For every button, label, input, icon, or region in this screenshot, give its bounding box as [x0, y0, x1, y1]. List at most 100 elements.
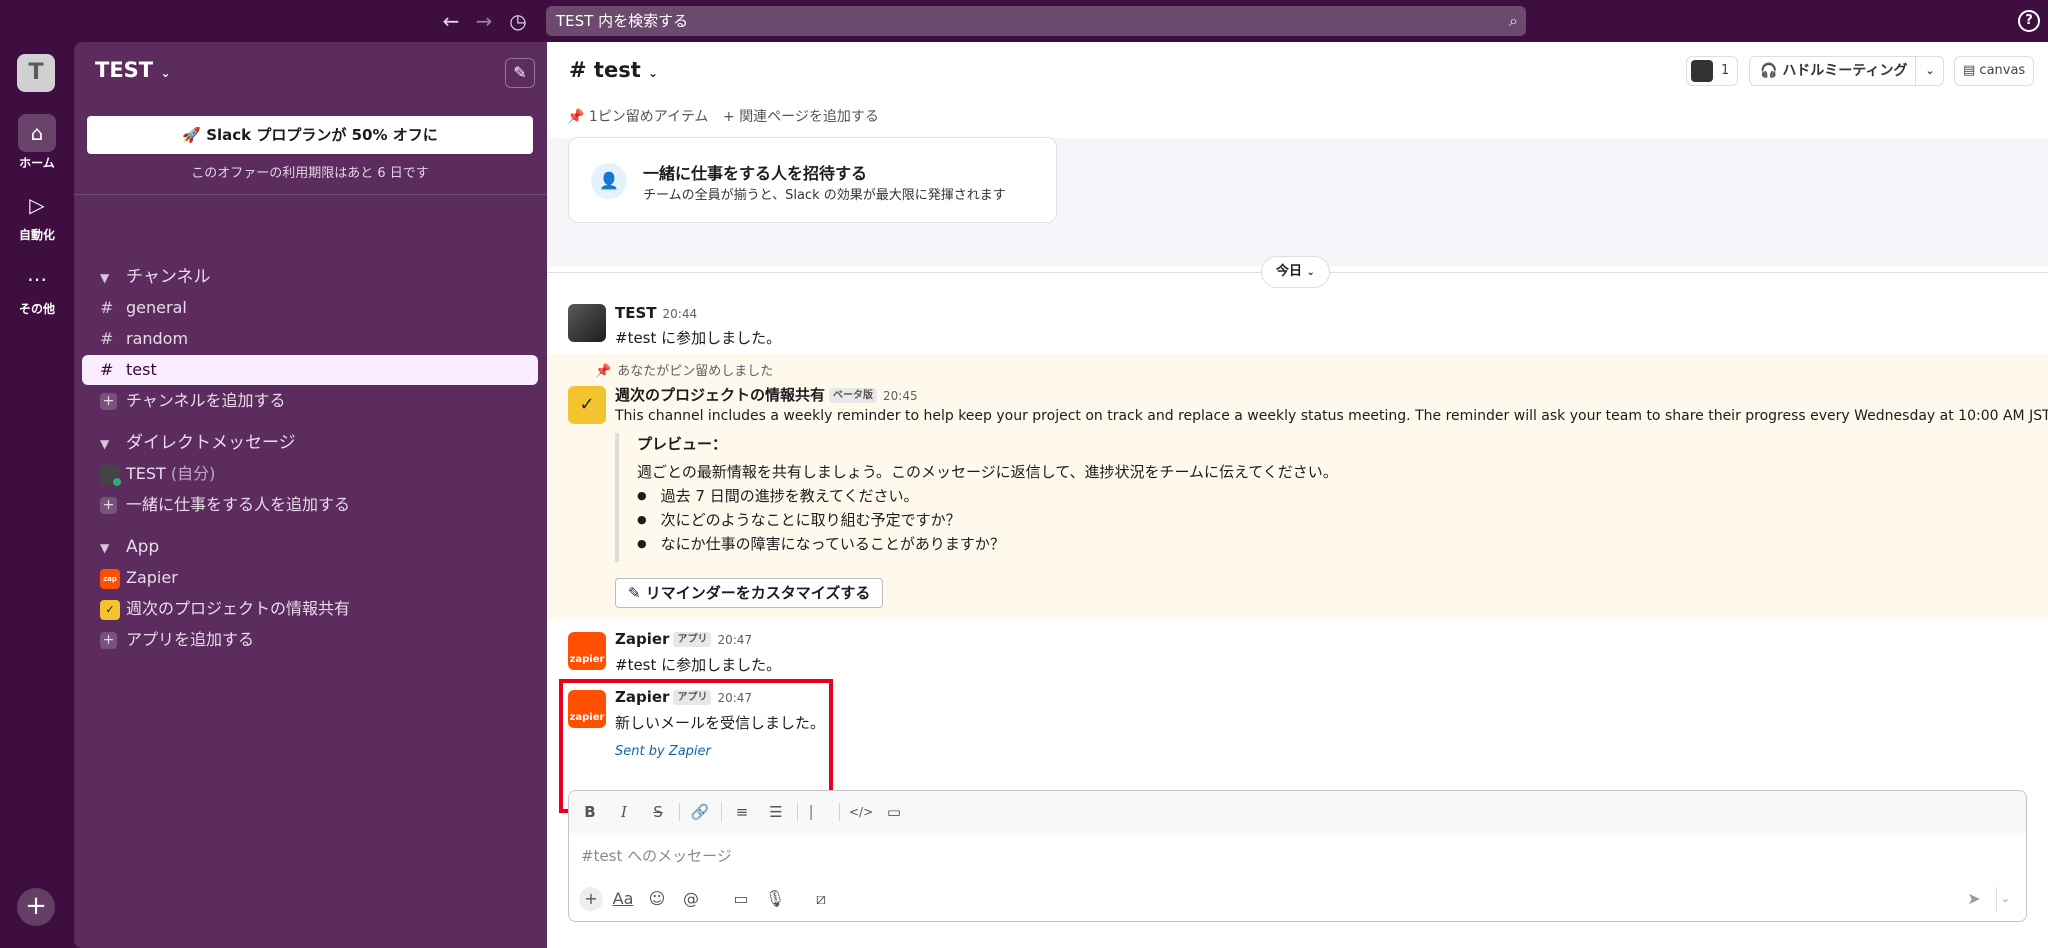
message-input[interactable] [581, 841, 1981, 871]
link-icon[interactable]: 🔗 [689, 801, 711, 823]
search-icon: ⌕ [1509, 11, 1518, 30]
rail-label-more: その他 [18, 302, 55, 316]
chevron-down-icon[interactable]: ⌄ [1915, 57, 1943, 85]
sidebar-item-weekly-app[interactable]: ✓ 週次のプロジェクトの情報共有 [82, 594, 538, 624]
member-count-button[interactable]: 1 [1686, 56, 1739, 86]
huddle-label: ハドルミーティング [1782, 63, 1908, 79]
sidebar-item-random[interactable]: # random [82, 324, 538, 354]
message-author[interactable]: 週次のプロジェクトの情報共有 ベータ版 20:45 [615, 384, 918, 405]
message-time[interactable]: 20:44 [663, 307, 698, 321]
list-item: 過去 7 日間の進捗を教えてください。 [637, 485, 919, 506]
sidebar-item-dm-self[interactable]: TEST (自分) [82, 459, 538, 489]
canvas-icon: ▤ [1963, 63, 1980, 78]
ordered-list-icon[interactable]: ≡ [731, 801, 753, 823]
search-text: TEST 内を検索する [556, 12, 689, 30]
invite-subtitle: チームの全員が揃うと、Slack の効果が最大限に発揮されます [643, 188, 1006, 203]
avatar[interactable]: zapier [568, 632, 606, 670]
app-badge: アプリ [673, 632, 712, 647]
message-author[interactable]: Zapier アプリ 20:47 [615, 630, 752, 648]
dm-name: TEST [126, 464, 166, 483]
invite-card[interactable]: 👤 一緒に仕事をする人を招待する チームの全員が揃うと、Slack の効果が最大… [568, 137, 1057, 223]
back-arrow-icon[interactable]: ← [439, 9, 463, 33]
avatar[interactable] [568, 304, 606, 342]
sent-by-link[interactable]: Sent by Zapier [615, 744, 711, 759]
sidebar-section-dm[interactable]: ▼ ダイレクトメッセージ [82, 428, 538, 458]
chevron-down-icon[interactable]: ⌄ [1996, 887, 2014, 911]
channel-title-menu[interactable]: # test ⌄ [569, 58, 658, 82]
list-item: なにか仕事の障害になっていることがありますか？ [637, 533, 1005, 554]
workspace-avatar[interactable]: T [17, 54, 55, 92]
plus-icon: + [100, 393, 117, 410]
promo-note: このオファーの利用期限はあと 6 日です [191, 166, 429, 181]
add-workspace-icon[interactable]: + [17, 888, 55, 926]
pin-icon: 📌 [595, 364, 612, 379]
bulleted-list-icon[interactable]: ☰ [765, 801, 787, 823]
plus-icon: + [100, 632, 117, 649]
message-time[interactable]: 20:45 [883, 389, 918, 403]
author-name: 週次のプロジェクトの情報共有 [615, 386, 826, 404]
add-bookmark-label: 関連ページを追加する [739, 109, 879, 125]
message-time[interactable]: 20:47 [717, 691, 752, 705]
avatar[interactable]: ✓ [568, 386, 606, 424]
message-time[interactable]: 20:47 [717, 633, 752, 647]
app-badge: アプリ [673, 690, 712, 705]
home-icon: ⌂ [18, 114, 56, 152]
search-bar[interactable]: TEST 内を検索する ⌕ [546, 6, 1526, 36]
preview-title: プレビュー： [637, 435, 728, 453]
rail-item-home[interactable]: ⌂ ホーム [0, 114, 74, 171]
add-bookmark-button[interactable]: + 関連ページを追加する [723, 106, 879, 126]
author-name: Zapier [615, 630, 670, 648]
avatar[interactable]: zapier [568, 690, 606, 728]
code-block-icon[interactable]: ▭ [883, 801, 905, 823]
dm-self-suffix: (自分) [170, 464, 216, 483]
video-icon[interactable]: ▭ [729, 887, 753, 911]
history-icon[interactable]: ◷ [506, 9, 530, 33]
promo-button[interactable]: 🚀 Slack プロプランが 50% オフに [87, 116, 533, 154]
attach-plus-icon[interactable]: + [579, 887, 603, 911]
add-coworker-label: 一緒に仕事をする人を追加する [126, 495, 351, 514]
huddle-button[interactable]: 🎧 ハドルミーティング ⌄ [1749, 56, 1945, 86]
blockquote-icon[interactable]: ⎸ [807, 801, 829, 823]
compose-icon[interactable]: ✎ [505, 58, 535, 88]
sidebar-item-general[interactable]: # general [82, 293, 538, 323]
emoji-icon[interactable]: ☺ [645, 887, 669, 911]
code-icon[interactable]: </> [849, 801, 873, 823]
customize-reminder-button[interactable]: ✎ リマインダーをカスタマイズする [615, 578, 884, 608]
forward-arrow-icon[interactable]: → [472, 9, 496, 33]
caret-down-icon: ▼ [100, 271, 110, 285]
author-name: Zapier [615, 688, 670, 706]
rail-item-automation[interactable]: ▷ 自動化 [0, 186, 74, 243]
add-channel-button[interactable]: + チャンネルを追加する [82, 386, 538, 416]
headphones-icon: 🎧 [1760, 63, 1783, 79]
workspace-rail: T ⌂ ホーム ▷ 自動化 ⋯ その他 + [0, 42, 74, 948]
send-icon[interactable]: ➤ [1962, 887, 1986, 911]
sidebar-item-test[interactable]: # test [82, 355, 538, 385]
italic-icon[interactable]: I [613, 801, 635, 823]
pinned-note-text: あなたがピン留めしました [617, 364, 774, 379]
rail-item-more[interactable]: ⋯ その他 [0, 260, 74, 317]
sidebar-section-app[interactable]: ▼ App [82, 532, 538, 562]
pinned-items-bookmark[interactable]: 📌 1ピン留めアイテム [567, 106, 708, 126]
date-divider-button[interactable]: 今日 ⌄ [1261, 256, 1330, 288]
bold-icon[interactable]: B [579, 801, 601, 823]
mention-icon[interactable]: @ [679, 887, 703, 911]
help-icon[interactable]: ? [2018, 10, 2040, 32]
slash-command-icon[interactable]: ⧄ [809, 887, 833, 911]
weekly-app-icon: ✓ [100, 599, 120, 620]
add-coworker-button[interactable]: + 一緒に仕事をする人を追加する [82, 490, 538, 520]
section-label: チャンネル [126, 267, 211, 287]
formatting-icon[interactable]: Aa [611, 887, 635, 911]
message-author[interactable]: TEST 20:44 [615, 304, 697, 322]
microphone-icon[interactable]: 🎙 [763, 887, 787, 911]
pinned-note: 📌 あなたがピン留めしました [595, 360, 773, 379]
workspace-name-menu[interactable]: TEST ⌄ [95, 58, 171, 82]
date-label: 今日 [1276, 264, 1303, 279]
section-label: ダイレクトメッセージ [126, 433, 296, 453]
strikethrough-icon[interactable]: S [647, 801, 669, 823]
message-text: #test に参加しました。 [615, 656, 782, 674]
sidebar-section-channels[interactable]: ▼ チャンネル [82, 262, 538, 292]
add-app-button[interactable]: + アプリを追加する [82, 625, 538, 655]
canvas-button[interactable]: ▤ canvas [1954, 56, 2035, 86]
sidebar-item-zapier[interactable]: zap Zapier [82, 563, 538, 593]
message-author[interactable]: Zapier アプリ 20:47 [615, 688, 752, 706]
